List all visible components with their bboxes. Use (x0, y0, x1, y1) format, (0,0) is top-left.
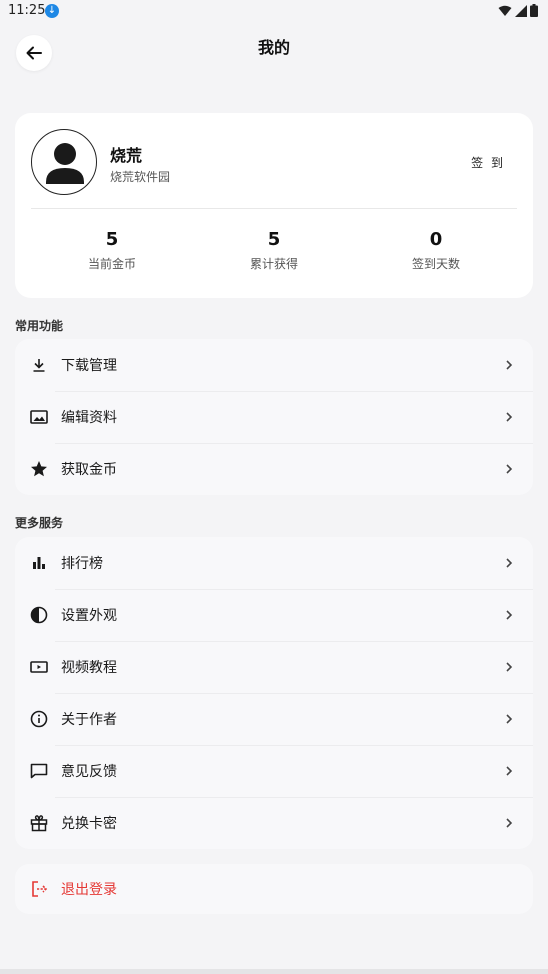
stat-value: 5 (267, 229, 281, 250)
gift-icon (29, 813, 49, 833)
menu-item-edit-profile[interactable]: 编辑资料 (15, 391, 533, 443)
menu-item-label: 编辑资料 (61, 410, 117, 426)
person-icon (46, 143, 84, 184)
chevron-right-icon (506, 610, 513, 620)
battery-icon (530, 4, 538, 17)
more-menu: 排行榜 设置外观 视频教程 关于作者 意见反馈 兑换卡密 (15, 537, 533, 849)
checkin-button[interactable]: 签 到 (471, 154, 505, 171)
section-title-common: 常用功能 (15, 319, 64, 333)
menu-item-leaderboard[interactable]: 排行榜 (15, 537, 533, 589)
info-icon (29, 709, 49, 729)
stat-current-coins[interactable]: 5 当前金币 (31, 229, 193, 272)
chevron-right-icon (506, 766, 513, 776)
menu-item-label: 兑换卡密 (61, 816, 117, 832)
video-icon (29, 657, 49, 677)
chevron-right-icon (506, 662, 513, 672)
status-bar: 11:25 ↓ (0, 0, 548, 24)
stat-checkin-days[interactable]: 0 签到天数 (355, 229, 517, 272)
status-time: 11:25 (8, 3, 46, 18)
logout-button[interactable]: 退出登录 (15, 864, 533, 914)
feedback-icon (29, 761, 49, 781)
menu-item-appearance[interactable]: 设置外观 (15, 589, 533, 641)
stat-label: 累计获得 (249, 257, 298, 271)
wifi-icon (498, 5, 512, 16)
profile-card: 烧荒 烧荒软件园 签 到 5 当前金币 5 累计获得 0 签到天数 (15, 113, 533, 298)
chevron-right-icon (506, 412, 513, 422)
chevron-right-icon (506, 714, 513, 724)
download-icon (29, 355, 49, 375)
menu-item-label: 获取金币 (61, 462, 117, 478)
logout-icon (29, 879, 49, 899)
menu-item-about-author[interactable]: 关于作者 (15, 693, 533, 745)
page-title: 我的 (257, 38, 290, 57)
logout-label: 退出登录 (61, 882, 117, 898)
bottom-divider (0, 969, 548, 974)
user-name: 烧荒 (110, 146, 143, 165)
menu-item-label: 意见反馈 (61, 764, 117, 780)
stat-value: 5 (105, 229, 119, 250)
divider (31, 208, 517, 209)
section-title-more: 更多服务 (15, 516, 64, 530)
contrast-icon (29, 605, 49, 625)
menu-item-label: 关于作者 (61, 712, 117, 728)
menu-item-download[interactable]: 下载管理 (15, 339, 533, 391)
chevron-right-icon (506, 818, 513, 828)
leaderboard-icon (29, 553, 49, 573)
download-notification-icon: ↓ (45, 4, 59, 18)
edit-image-icon (29, 407, 49, 427)
signal-icon (515, 4, 527, 17)
star-icon (29, 459, 49, 479)
menu-item-label: 设置外观 (61, 608, 117, 624)
common-menu: 下载管理 编辑资料 获取金币 (15, 339, 533, 495)
stat-total-earned[interactable]: 5 累计获得 (193, 229, 355, 272)
status-indicators (498, 4, 538, 17)
menu-item-redeem-code[interactable]: 兑换卡密 (15, 797, 533, 849)
stats-row: 5 当前金币 5 累计获得 0 签到天数 (31, 229, 517, 272)
chevron-right-icon (506, 360, 513, 370)
menu-item-feedback[interactable]: 意见反馈 (15, 745, 533, 797)
chevron-right-icon (506, 464, 513, 474)
avatar[interactable] (31, 129, 97, 195)
menu-item-label: 下载管理 (61, 358, 117, 374)
menu-item-get-coins[interactable]: 获取金币 (15, 443, 533, 495)
menu-item-label: 排行榜 (61, 556, 103, 572)
stat-label: 签到天数 (411, 257, 460, 271)
user-subtitle: 烧荒软件园 (110, 170, 171, 184)
menu-item-video-tutorial[interactable]: 视频教程 (15, 641, 533, 693)
menu-item-label: 视频教程 (61, 660, 117, 676)
chevron-right-icon (506, 558, 513, 568)
stat-label: 当前金币 (87, 257, 136, 271)
stat-value: 0 (429, 229, 443, 250)
